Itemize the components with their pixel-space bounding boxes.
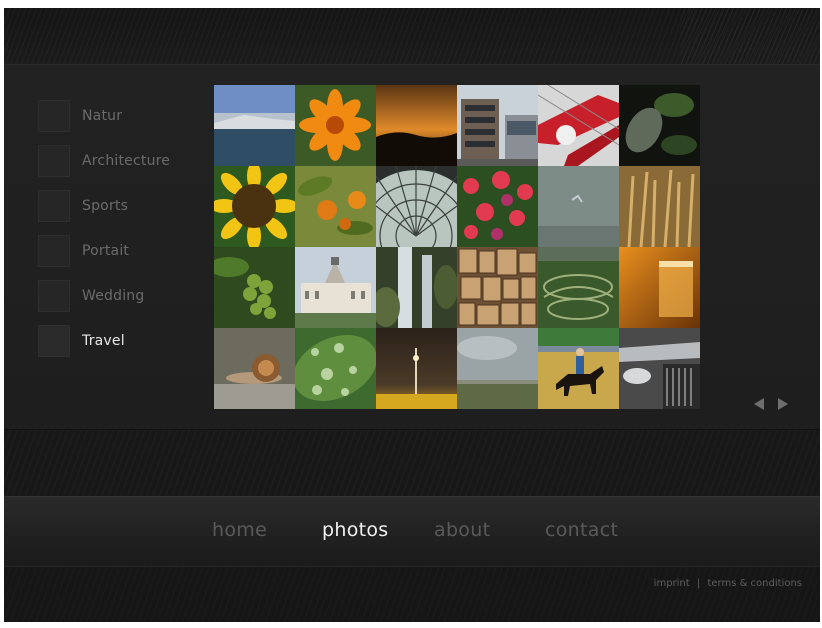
photo-thumb-horse-rider[interactable] [538,328,619,409]
photo-thumb-palace[interactable] [295,247,376,328]
photo-thumb-glass-dome[interactable] [376,166,457,247]
footer-links: imprint | terms & conditions [654,578,802,589]
photo-grid [214,85,700,409]
category-label: Sports [82,197,129,214]
nav-link-about[interactable]: about [434,519,490,541]
gallery-pagination [752,397,790,411]
divider-band [4,430,820,496]
category-label: Wedding [82,287,145,304]
photo-thumb-red-structure[interactable] [538,85,619,166]
nav-link-photos[interactable]: photos [322,519,389,541]
photo-thumb-orange-flower[interactable] [295,85,376,166]
photo-thumb-wheat[interactable] [619,166,700,247]
photo-thumb-orange-fruits[interactable] [295,166,376,247]
category-thumb-box [38,144,70,177]
category-thumb-box [38,99,70,132]
photo-thumb-sunset[interactable] [376,85,457,166]
photo-thumb-snail[interactable] [214,328,295,409]
footer: imprint | terms & conditions [4,566,820,622]
nav-link-home[interactable]: home [212,519,267,541]
category-label: Portait [82,242,130,259]
category-label: Natur [82,107,123,124]
main-nav: home photos about contact [4,497,820,567]
photo-thumb-car-grille[interactable] [619,328,700,409]
photo-thumb-foggy-sky[interactable] [538,166,619,247]
category-thumb-box [38,279,70,312]
triangle-left-icon[interactable] [752,397,766,411]
photo-thumb-red-flowers[interactable] [457,166,538,247]
category-item-sports[interactable]: Sports [38,183,198,228]
photo-thumb-formal-garden[interactable] [538,247,619,328]
category-item-natur[interactable]: Natur [38,93,198,138]
photo-thumb-stacked-wood[interactable] [457,247,538,328]
photo-thumb-night-tower[interactable] [376,328,457,409]
photo-thumb-cloudy-landscape[interactable] [457,328,538,409]
category-label: Travel [82,332,125,349]
category-thumb-box [38,189,70,222]
header-band [4,8,820,64]
gallery-panel: Natur Architecture Sports Portait Weddin… [4,64,820,430]
photo-thumb-leaves[interactable] [619,85,700,166]
category-item-travel[interactable]: Travel [38,318,198,363]
terms-link[interactable]: terms & conditions [707,578,802,589]
photo-thumb-waterfall[interactable] [376,247,457,328]
photo-thumb-green-grapes[interactable] [214,247,295,328]
imprint-link[interactable]: imprint [654,578,690,589]
page-frame: Natur Architecture Sports Portait Weddin… [4,8,820,622]
category-list: Natur Architecture Sports Portait Weddin… [38,93,198,363]
category-item-architecture[interactable]: Architecture [38,138,198,183]
photo-thumb-water-drops[interactable] [295,328,376,409]
category-thumb-box [38,234,70,267]
photo-thumb-sunflower[interactable] [214,166,295,247]
photo-thumb-modern-building[interactable] [457,85,538,166]
main-nav-bar: home photos about contact [4,496,820,566]
nav-link-contact[interactable]: contact [545,519,618,541]
category-label: Architecture [82,152,171,169]
footer-separator: | [696,578,701,589]
category-item-portait[interactable]: Portait [38,228,198,273]
category-item-wedding[interactable]: Wedding [38,273,198,318]
photo-thumb-whisky-glass[interactable] [619,247,700,328]
category-thumb-box [38,324,70,357]
photo-thumb-coastline[interactable] [214,85,295,166]
triangle-right-icon[interactable] [776,397,790,411]
